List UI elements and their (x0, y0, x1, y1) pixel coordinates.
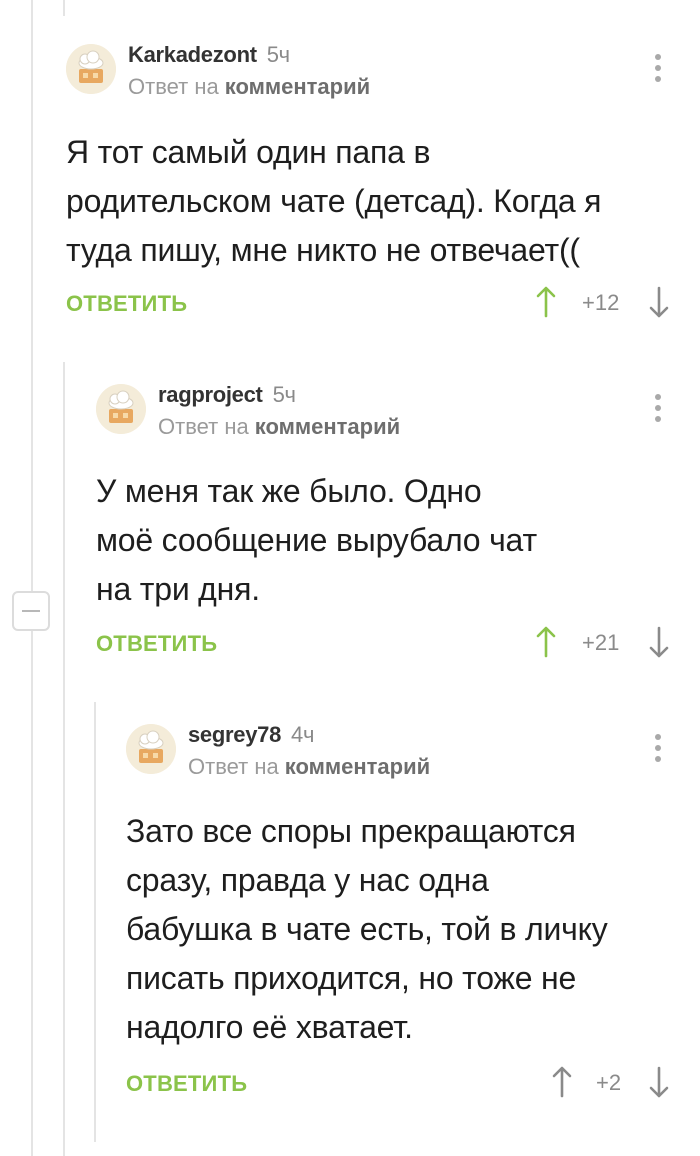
comment: ragproject 5ч Ответ на комментарий У меня … (96, 382, 690, 674)
vote-controls: +2 (552, 1066, 676, 1100)
author-name-text: Karkadezont (128, 42, 257, 67)
avatar[interactable] (96, 384, 146, 434)
comment-text: У меня так же было. Одно моё сообщение в… (96, 467, 537, 614)
comment: Karkadezont 5ч Ответ на комментарий Я тот … (66, 42, 690, 334)
comment-text-line: на три дня. (96, 571, 260, 607)
more-vertical-icon[interactable] (653, 54, 663, 86)
comment-time: 5ч (272, 382, 296, 407)
comment-text: Зато все споры прекращаются сразу, правд… (126, 807, 608, 1052)
comment-text-line: У меня так же было. Одно (96, 473, 482, 509)
collapse-thread-button[interactable] (12, 591, 50, 631)
arrow-up-icon[interactable] (536, 286, 556, 318)
arrow-down-icon[interactable] (649, 1066, 669, 1098)
comment-time: 5ч (266, 42, 290, 67)
comment-text-line: родительском чате (детсад). Когда я (66, 183, 602, 219)
author-name-text: segrey78 (188, 722, 282, 747)
reply-button[interactable]: ОТВЕТИТЬ (66, 291, 187, 317)
author-name-text: ragproject (158, 382, 263, 407)
author-name[interactable]: segrey78 4ч (188, 722, 314, 748)
reply-to-prefix: Ответ на (158, 414, 249, 439)
arrow-up-icon[interactable] (552, 1066, 572, 1098)
comment-rating: +2 (596, 1070, 622, 1095)
thread-line-level-2 (94, 702, 96, 1142)
comment-text-line: писать приходится, но тоже не (126, 960, 577, 996)
arrow-down-icon[interactable] (649, 626, 669, 658)
arrow-down-icon[interactable] (649, 286, 669, 318)
reply-to-link[interactable]: комментарий (285, 754, 430, 779)
comment-text: Я тот самый один папа в родительском чат… (66, 128, 601, 275)
reply-button[interactable]: ОТВЕТИТЬ (96, 631, 217, 657)
reply-to-prefix: Ответ на (128, 74, 219, 99)
thread-line-top (63, 0, 65, 16)
vote-controls: +12 (536, 286, 676, 320)
author-name[interactable]: Karkadezont 5ч (128, 42, 290, 68)
comment-rating: +21 (582, 630, 620, 655)
comment-text-line: сразу, правда у нас одна (126, 862, 489, 898)
thread-line-root (31, 0, 33, 1156)
comment-text-line: Зато все споры прекращаются (126, 813, 576, 849)
reply-button[interactable]: ОТВЕТИТЬ (126, 1071, 247, 1097)
reply-to-info: Ответ на комментарий (188, 754, 430, 780)
arrow-up-icon[interactable] (536, 626, 556, 658)
more-vertical-icon[interactable] (653, 394, 663, 426)
comment-text-line: Я тот самый один папа в (66, 134, 431, 170)
comment-time: 4ч (291, 722, 315, 747)
comment-text-line: туда пишу, мне никто не отвечает(( (66, 232, 580, 268)
reply-to-info: Ответ на комментарий (158, 414, 400, 440)
comment-rating: +12 (582, 290, 620, 315)
vote-controls: +21 (536, 626, 676, 660)
more-vertical-icon[interactable] (653, 734, 663, 766)
reply-to-info: Ответ на комментарий (128, 74, 370, 100)
comment-text-line: бабушка в чате есть, той в личку (126, 911, 608, 947)
comment-text-line: надолго её хватает. (126, 1009, 413, 1045)
reply-to-link[interactable]: комментарий (255, 414, 400, 439)
author-name[interactable]: ragproject 5ч (158, 382, 296, 408)
reply-to-link[interactable]: комментарий (225, 74, 370, 99)
reply-to-prefix: Ответ на (188, 754, 279, 779)
thread-line-level-1 (63, 362, 65, 1156)
avatar[interactable] (126, 724, 176, 774)
comment-text-line: моё сообщение вырубало чат (96, 522, 537, 558)
comment: segrey78 4ч Ответ на комментарий Зато все … (126, 722, 690, 1114)
avatar[interactable] (66, 44, 116, 94)
